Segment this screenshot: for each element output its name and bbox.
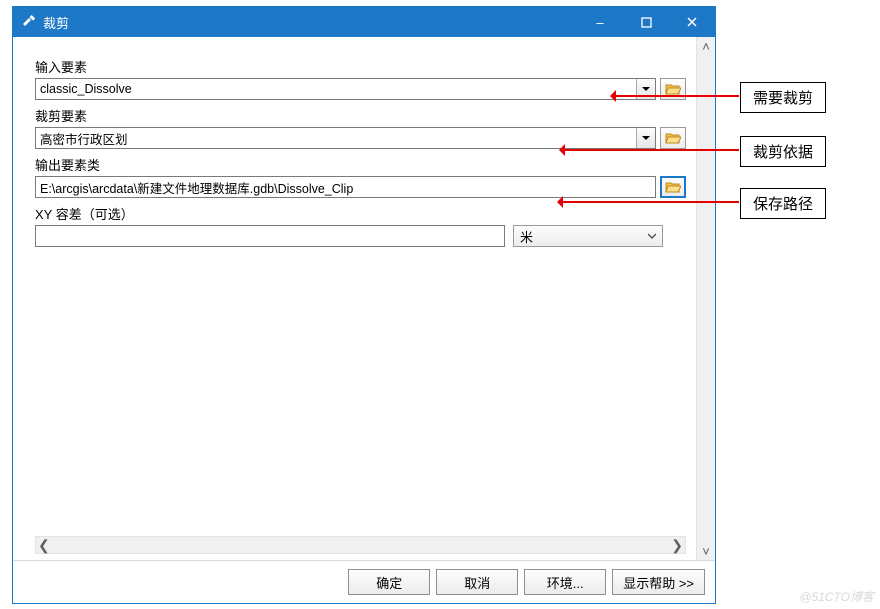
vertical-scrollbar[interactable]: ˄ ˅	[696, 37, 715, 560]
chevron-down-icon	[648, 232, 656, 240]
clip-features-input[interactable]	[36, 127, 636, 149]
window-title: 裁剪	[43, 13, 69, 32]
scroll-right-icon: ❯	[671, 537, 683, 554]
output-features-label: 输出要素类	[35, 155, 686, 174]
chevron-down-icon	[642, 134, 650, 142]
clip-features-label: 裁剪要素	[35, 106, 686, 125]
output-features-browse-button[interactable]	[660, 176, 686, 198]
scroll-left-icon: ❮	[38, 537, 50, 554]
horizontal-scrollbar[interactable]: ❮ ❯	[35, 536, 686, 554]
xy-tolerance-input[interactable]	[35, 225, 505, 247]
scroll-down-icon: ˅	[697, 542, 715, 560]
input-features-combo[interactable]	[35, 78, 656, 100]
folder-open-icon	[665, 131, 681, 145]
cancel-button[interactable]: 取消	[436, 569, 518, 595]
watermark: @51CTO博客	[799, 588, 874, 605]
close-button[interactable]	[669, 7, 715, 37]
show-help-button[interactable]: 显示帮助 >>	[612, 569, 705, 595]
ok-button[interactable]: 确定	[348, 569, 430, 595]
folder-open-icon	[665, 82, 681, 96]
annotation-arrow	[611, 95, 739, 97]
clip-features-dropdown[interactable]	[636, 128, 655, 148]
minimize-button[interactable]: –	[577, 7, 623, 37]
annotation-clip-features: 裁剪依据	[740, 136, 826, 167]
folder-open-icon	[665, 180, 681, 194]
input-features-input[interactable]	[36, 78, 636, 100]
annotation-input-features: 需要裁剪	[740, 82, 826, 113]
titlebar[interactable]: 裁剪 –	[13, 7, 715, 37]
xy-tolerance-unit-value: 米	[520, 227, 533, 246]
scroll-up-icon: ˄	[697, 37, 715, 55]
close-icon	[686, 16, 698, 28]
maximize-icon	[641, 17, 652, 28]
annotation-arrow	[558, 201, 739, 203]
form-area: 输入要素 裁剪要素	[13, 37, 696, 560]
clip-features-browse-button[interactable]	[660, 127, 686, 149]
output-features-input[interactable]	[35, 176, 656, 198]
xy-tolerance-label: XY 容差（可选）	[35, 204, 686, 223]
annotation-output-path: 保存路径	[740, 188, 826, 219]
input-features-label: 输入要素	[35, 57, 686, 76]
annotation-arrow	[560, 149, 739, 151]
maximize-button[interactable]	[623, 7, 669, 37]
client-area: 输入要素 裁剪要素	[13, 37, 715, 560]
hammer-icon	[21, 14, 37, 30]
chevron-down-icon	[642, 85, 650, 93]
environments-button[interactable]: 环境...	[524, 569, 606, 595]
xy-tolerance-unit-combo[interactable]: 米	[513, 225, 663, 247]
button-bar: 确定 取消 环境... 显示帮助 >>	[13, 560, 715, 603]
